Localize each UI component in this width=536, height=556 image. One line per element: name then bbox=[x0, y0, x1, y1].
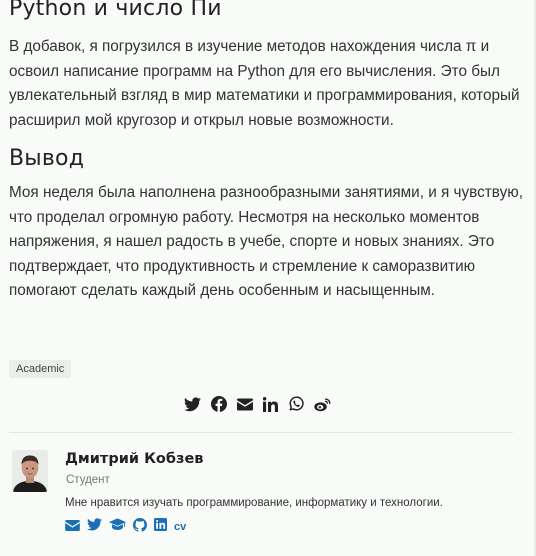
author-role: Студент bbox=[66, 474, 110, 486]
tag-academic[interactable]: Academic bbox=[9, 360, 72, 378]
divider bbox=[9, 432, 513, 433]
facebook-icon[interactable] bbox=[211, 396, 227, 412]
email-icon[interactable] bbox=[237, 398, 253, 411]
github-icon[interactable] bbox=[132, 517, 147, 537]
section-paragraph-python-pi: В добавок, я погрузился в изучение метод… bbox=[9, 38, 520, 129]
section-paragraph-conclusion: Моя неделя была наполнена разнообразными… bbox=[9, 184, 523, 300]
linkedin-icon[interactable] bbox=[154, 518, 167, 536]
section-heading-conclusion: Вывод bbox=[9, 146, 85, 171]
weibo-icon[interactable] bbox=[314, 397, 331, 412]
author-name[interactable]: Дмитрий Кобзев bbox=[65, 451, 203, 467]
share-bar bbox=[184, 395, 331, 413]
whatsapp-icon[interactable] bbox=[288, 396, 304, 412]
author-avatar bbox=[12, 450, 48, 492]
twitter-icon[interactable] bbox=[87, 518, 102, 536]
graduation-cap-icon[interactable] bbox=[109, 518, 126, 536]
cv-link[interactable]: cv bbox=[174, 521, 186, 533]
author-links: cv bbox=[65, 517, 186, 537]
linkedin-icon[interactable] bbox=[263, 396, 278, 412]
page: Python и число Пи В добавок, я погрузилс… bbox=[0, 0, 536, 556]
email-icon[interactable] bbox=[65, 518, 80, 536]
section-heading-python-pi: Python и число Пи bbox=[9, 0, 222, 21]
author-bio: Мне нравится изучать программирование, и… bbox=[65, 497, 443, 509]
twitter-icon[interactable] bbox=[184, 397, 201, 412]
